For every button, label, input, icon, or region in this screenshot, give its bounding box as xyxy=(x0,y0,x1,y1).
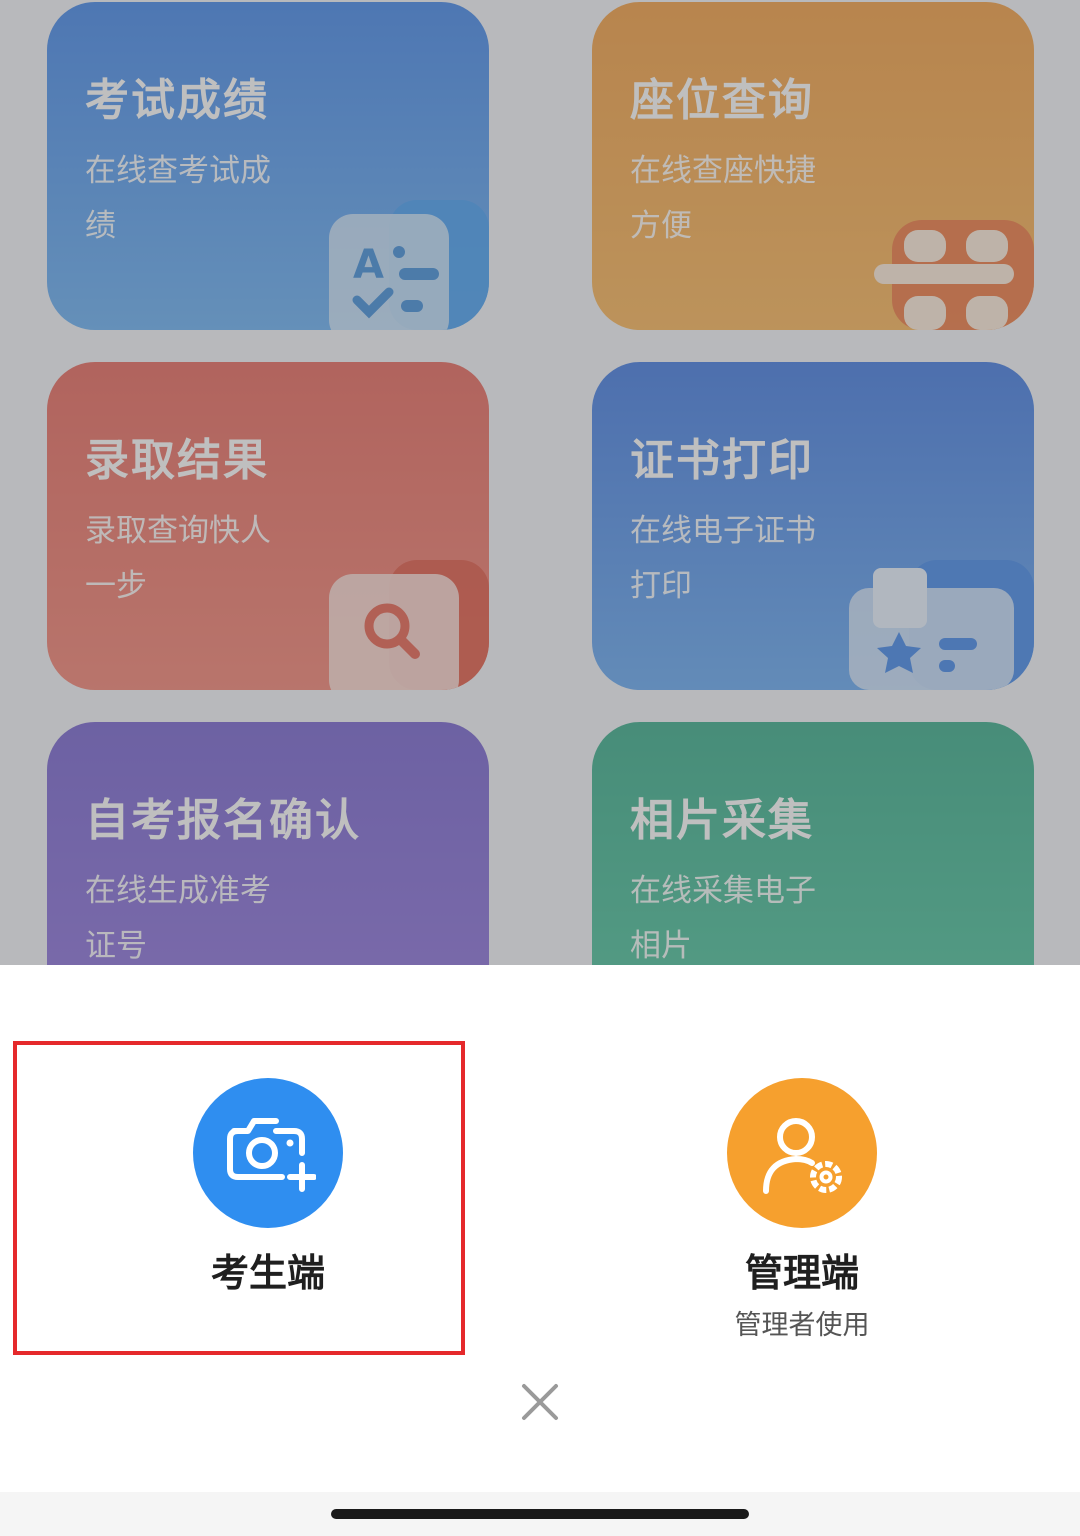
student-label: 考生端 xyxy=(210,1251,325,1295)
service-grid: 考试成绩 在线查考试成绩 A 座位查询 在线查座快捷方便 录取结果 录取查询快人… xyxy=(0,0,1080,965)
card-title: 考试成绩 xyxy=(85,75,269,126)
card-desc: 在线查考试成绩 xyxy=(85,153,271,244)
card-photo-collection[interactable]: 相片采集 在线采集电子相片 xyxy=(592,722,1034,965)
search-document-icon xyxy=(329,560,489,690)
card-desc: 在线生成准考证号 xyxy=(85,873,271,964)
role-selection-sheet: 考生端 管理端 管理者使用 xyxy=(0,965,1080,1492)
card-desc: 录取查询快人一步 xyxy=(85,513,271,604)
card-exam-score[interactable]: 考试成绩 在线查考试成绩 A xyxy=(47,2,489,330)
camera-plus-icon xyxy=(227,1118,316,1192)
user-settings-icon xyxy=(763,1118,842,1194)
seat-icon xyxy=(874,220,1034,330)
student-icon-circle[interactable] xyxy=(193,1078,343,1228)
card-desc: 在线查座快捷方便 xyxy=(630,153,816,244)
student-option[interactable]: 考生端 xyxy=(143,1078,393,1297)
exam-paper-icon: A xyxy=(329,200,489,330)
card-desc: 在线采集电子相片 xyxy=(630,873,816,964)
card-seat-query[interactable]: 座位查询 在线查座快捷方便 xyxy=(592,2,1034,330)
admin-icon-circle[interactable] xyxy=(727,1078,877,1228)
home-indicator[interactable] xyxy=(331,1509,749,1519)
card-title: 录取结果 xyxy=(85,435,269,486)
svg-text:A: A xyxy=(353,242,384,288)
admin-label: 管理端 xyxy=(744,1251,859,1295)
card-title: 证书打印 xyxy=(630,435,814,486)
card-title: 相片采集 xyxy=(630,795,814,846)
card-certificate-print[interactable]: 证书打印 在线电子证书打印 xyxy=(592,362,1034,690)
card-self-exam-confirm[interactable]: 自考报名确认 在线生成准考证号 xyxy=(47,722,489,965)
certificate-icon xyxy=(849,560,1034,690)
close-icon[interactable] xyxy=(518,1380,562,1424)
system-navigation-area xyxy=(0,1492,1080,1536)
admin-sub: 管理者使用 xyxy=(734,1310,870,1341)
card-admission-result[interactable]: 录取结果 录取查询快人一步 xyxy=(47,362,489,690)
admin-option[interactable]: 管理端 管理者使用 xyxy=(677,1078,927,1342)
card-desc: 在线电子证书打印 xyxy=(630,513,816,604)
card-title: 自考报名确认 xyxy=(85,795,361,846)
card-title: 座位查询 xyxy=(630,75,814,126)
